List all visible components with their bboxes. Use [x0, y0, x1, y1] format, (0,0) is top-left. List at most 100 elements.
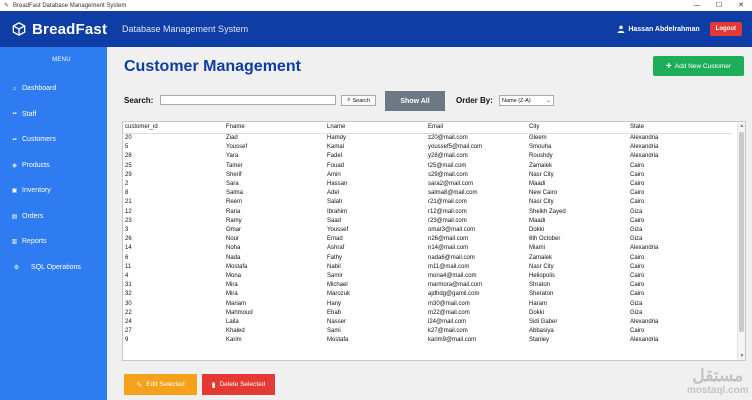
- table-row[interactable]: 25 Tamer Fouad t25@mail.com Zamalek Cairo: [123, 162, 731, 171]
- table-cell: Youssef: [327, 227, 349, 234]
- staff-icon: ▪▪: [12, 111, 17, 118]
- table-row[interactable]: 29 Sherif Amin s29@mail.com Nasr City Cairo: [123, 171, 731, 180]
- table-cell: Nour: [226, 236, 240, 243]
- logout-button[interactable]: Logout: [709, 22, 742, 36]
- table-row[interactable]: 12 Rana Ibrahim r12@mail.com Sheikh Zayed Giz…: [123, 208, 731, 217]
- table-cell: Sheikh Zayed: [529, 208, 566, 215]
- table-row[interactable]: 3 Omar Youssef omar3@mail.com Dokki Giza: [123, 226, 731, 235]
- table-cell: Mostafa: [226, 263, 248, 270]
- user-name: Hassan Abdelrahman: [628, 25, 700, 33]
- table-cell: r23@mail.com: [428, 217, 467, 224]
- table-scrollbar[interactable]: ▲ ▼: [737, 122, 745, 360]
- table-cell: Zamalek: [529, 162, 553, 169]
- table-row[interactable]: 28 Yara Fadel y28@mail.com Roushdy Alexandria: [123, 152, 731, 161]
- search-button[interactable]: ⌕ Search: [341, 95, 376, 106]
- column-header[interactable]: Lname: [325, 122, 426, 134]
- table-row[interactable]: 20 Ziad Hamdy z20@mail.com Gleem Alexandria: [123, 134, 731, 144]
- scrollbar-thumb[interactable]: [739, 132, 744, 332]
- minimize-button[interactable]: —: [686, 0, 708, 11]
- table-row[interactable]: 8 Salma Adel salma8@mail.com New Cairo Cairo: [123, 189, 731, 198]
- table-cell: y28@mail.com: [428, 153, 468, 160]
- table-cell: Sidi Gaber: [529, 319, 558, 326]
- show-all-button[interactable]: Show All: [385, 91, 445, 111]
- table-row[interactable]: 14 Noha Ashraf n14@mail.com Miami Alexandria: [123, 244, 731, 253]
- table-cell: Nasr City: [529, 199, 554, 206]
- column-header[interactable]: Email: [426, 122, 527, 134]
- sidebar-item-reports[interactable]: ▥ Reports: [0, 229, 107, 255]
- table-row[interactable]: 27 Khaled Sami k27@mail.com Abbasiya Cairo: [123, 327, 731, 336]
- table-row[interactable]: 21 Reem Salah r21@mail.com Nasr City Cairo: [123, 198, 731, 207]
- sidebar-item-sql-operations[interactable]: ⚙ SQL Operations: [0, 255, 107, 281]
- sidebar-item-products[interactable]: ◈ Products: [0, 153, 107, 179]
- table-cell: 12: [125, 208, 132, 215]
- customers-table[interactable]: customer_id Fname Lname Email City State…: [122, 121, 746, 361]
- table-cell: Mahmoud: [226, 309, 253, 316]
- table-row[interactable]: 4 Mona Samir mona4@mail.com Heliopolis Cairo: [123, 272, 731, 281]
- pencil-icon: ✎: [136, 381, 143, 389]
- column-header[interactable]: State: [628, 122, 731, 134]
- inventory-icon: ▣: [11, 188, 18, 195]
- search-input[interactable]: [160, 95, 336, 105]
- sidebar-item-orders[interactable]: ▤ Orders: [0, 204, 107, 230]
- sidebar-item-customers[interactable]: ▪▪ Customers: [0, 127, 107, 153]
- table-row[interactable]: 31 Mira Michael marmora@mail.com Shraton Cair…: [123, 281, 731, 290]
- order-by-label: Order By:: [456, 96, 493, 105]
- table-row[interactable]: 6 Nada Fathy nada6@mail.com Zamalek Cairo: [123, 254, 731, 263]
- table-cell: 5: [125, 144, 129, 151]
- table-row[interactable]: 22 Mahmoud Ehab m22@mail.com Dokki Giza: [123, 309, 731, 318]
- table-cell: Alexandria: [630, 337, 659, 344]
- table-cell: Youssef: [226, 144, 248, 151]
- table-cell: 21: [125, 199, 132, 206]
- column-header[interactable]: Fname: [224, 122, 325, 134]
- table-cell: Khaled: [226, 328, 245, 335]
- order-by-select[interactable]: Name (Z-A) ⌄: [499, 95, 554, 106]
- close-button[interactable]: ✕: [730, 0, 752, 11]
- table-row[interactable]: 23 Ramy Saad r23@mail.com Maadi Cairo: [123, 217, 731, 226]
- table-cell: Cairo: [630, 291, 645, 298]
- maximize-button[interactable]: ☐: [708, 0, 730, 11]
- reports-icon: ▥: [11, 239, 18, 246]
- table-cell: Alexandria: [630, 135, 659, 141]
- table-cell: Mona: [226, 273, 242, 280]
- table-row[interactable]: 24 Laila Nasser l24@mail.com Sidi Gaber Alexa…: [123, 318, 731, 327]
- sidebar-item-dashboard[interactable]: ⌂ Dashboard: [0, 76, 107, 102]
- table-row[interactable]: 9 Karim Mostafa karim9@mail.com Stanley Alexa…: [123, 336, 731, 345]
- table-cell: m22@mail.com: [428, 309, 470, 316]
- table-row[interactable]: 11 Mostafa Nabil m11@mail.com Nasr City Cairo: [123, 263, 731, 272]
- edit-selected-button[interactable]: ✎ Edit Selected: [124, 374, 197, 395]
- table-cell: Giza: [630, 236, 643, 243]
- sidebar-item-inventory[interactable]: ▣ Inventory: [0, 178, 107, 204]
- column-header[interactable]: customer_id: [123, 122, 224, 134]
- table-cell: Fadel: [327, 153, 343, 160]
- table-row[interactable]: 26 Nour Emad n26@mail.com 6th October Giza: [123, 235, 731, 244]
- table-row[interactable]: 2 Sara Hassan sara2@mail.com Maadi Cairo: [123, 180, 731, 189]
- table-cell: nada6@mail.com: [428, 254, 475, 261]
- add-customer-button[interactable]: + Add New Customer: [653, 56, 744, 76]
- main-content: Customer Management + Add New Customer S…: [107, 47, 752, 400]
- sidebar-item-staff[interactable]: ▪▪ Staff: [0, 102, 107, 128]
- table-cell: Giza: [630, 208, 643, 215]
- table-row[interactable]: 5 Youssef Kamal youssef5@mail.com Smouha Alex…: [123, 143, 731, 152]
- table-cell: youssef5@mail.com: [428, 144, 483, 151]
- scroll-down-icon[interactable]: ▼: [738, 353, 745, 359]
- table-cell: Hany: [327, 300, 342, 307]
- table-cell: 8: [125, 190, 129, 197]
- trash-icon: ▮: [211, 381, 216, 389]
- scroll-up-icon[interactable]: ▲: [738, 123, 745, 129]
- table-row[interactable]: 32 Mira Marozuk ajdhdg@gamil.com Sheraton Cai…: [123, 290, 731, 299]
- page-title: Customer Management: [124, 58, 301, 75]
- table-cell: t25@mail.com: [428, 162, 467, 169]
- column-header[interactable]: City: [527, 122, 628, 134]
- table-cell: 25: [125, 162, 132, 169]
- sql-icon: ⚙: [13, 264, 20, 271]
- delete-selected-button[interactable]: ▮ Delete Selected: [202, 374, 275, 395]
- watermark-latin: mostaql.com: [687, 385, 749, 396]
- current-user: Hassan Abdelrahman Logout: [617, 22, 742, 36]
- table-cell: Ziad: [226, 135, 238, 141]
- table-cell: Samir: [327, 273, 343, 280]
- sidebar-item-label: Customers: [22, 136, 56, 144]
- brand-name: BreadFast: [32, 20, 108, 38]
- table-row[interactable]: 30 Mariam Hany m30@mail.com Haram Giza: [123, 300, 731, 309]
- table-cell: salma8@mail.com: [428, 190, 478, 197]
- window-controls: — ☐ ✕: [686, 0, 752, 11]
